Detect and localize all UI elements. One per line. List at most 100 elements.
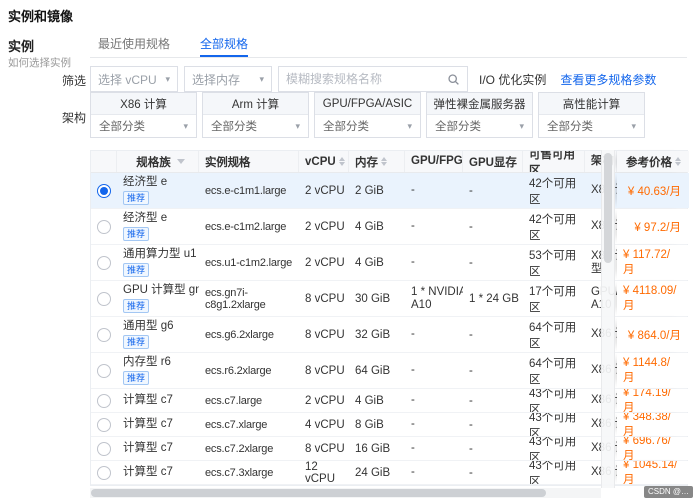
row-radio[interactable] bbox=[97, 442, 111, 456]
gpu-value: 1 * NVIDIA A10 bbox=[405, 281, 463, 316]
chevron-down-icon: ▾ bbox=[259, 74, 264, 85]
header-label: 实例规格 bbox=[205, 154, 250, 170]
gpu-memory-value: - bbox=[463, 209, 523, 244]
radio-cell bbox=[91, 353, 117, 388]
search-input[interactable] bbox=[286, 72, 447, 86]
price-value: ¥ 117.72/月 bbox=[617, 245, 689, 280]
table-row[interactable]: GPU 计算型 gn7i推荐ecs.gn7i-c8g1.2xlarge8 vCP… bbox=[91, 281, 687, 317]
arch-card-category-select[interactable]: 全部分类▾ bbox=[539, 115, 644, 137]
arch-card-category-select[interactable]: 全部分类▾ bbox=[315, 115, 420, 137]
family-name: 计算型 c7 bbox=[123, 394, 173, 407]
zones-value: 53个可用区 bbox=[523, 245, 585, 280]
section-sublabel-link[interactable]: 如何选择实例 bbox=[8, 55, 71, 70]
radio-cell bbox=[91, 437, 117, 460]
filter-label: 筛选 bbox=[62, 72, 86, 89]
zones-value: 43个可用区 bbox=[523, 413, 585, 436]
radio-cell bbox=[91, 173, 117, 208]
zones-value: 42个可用区 bbox=[523, 209, 585, 244]
memory-value: 24 GiB bbox=[349, 461, 405, 484]
row-radio[interactable] bbox=[97, 256, 111, 270]
horizontal-scrollbar[interactable] bbox=[90, 488, 601, 498]
filter-icon[interactable] bbox=[177, 159, 185, 164]
arch-card-category-value: 全部分类 bbox=[99, 118, 145, 134]
header-price: 参考价格 bbox=[617, 151, 689, 172]
row-radio[interactable] bbox=[97, 184, 111, 198]
instance-spec: ecs.c7.2xlarge bbox=[199, 437, 299, 460]
arch-card-title[interactable]: Arm 计算 bbox=[203, 93, 308, 115]
zones-value: 43个可用区 bbox=[523, 389, 585, 412]
gpu-value: - bbox=[405, 389, 463, 412]
page-title: 实例和镜像 bbox=[8, 6, 73, 25]
search-icon[interactable] bbox=[447, 73, 460, 86]
family-cell: 经济型 e推荐 bbox=[117, 173, 199, 208]
filter-row: 选择 vCPU ▾ 选择内存 ▾ I/O 优化实例 查看更多规格参数 bbox=[90, 66, 656, 92]
vertical-scrollbar[interactable] bbox=[601, 150, 615, 488]
watermark-badge: CSDN @… bbox=[644, 486, 693, 498]
gpu-value: - bbox=[405, 245, 463, 280]
table-row[interactable]: 经济型 e推荐ecs.e-c1m1.large2 vCPU2 GiB--42个可… bbox=[91, 173, 687, 209]
family-name: 计算型 c7 bbox=[123, 442, 173, 455]
memory-value: 2 GiB bbox=[349, 173, 405, 208]
header-label: GPU/FPGA bbox=[411, 155, 463, 168]
tab-all-specs[interactable]: 全部规格 bbox=[200, 33, 248, 57]
arch-card-category-select[interactable]: 全部分类▾ bbox=[427, 115, 532, 137]
row-radio[interactable] bbox=[97, 418, 111, 432]
arch-card-category-select[interactable]: 全部分类▾ bbox=[203, 115, 308, 137]
table-row[interactable]: 通用型 g6推荐ecs.g6.2xlarge8 vCPU32 GiB--64个可… bbox=[91, 317, 687, 353]
chevron-down-icon: ▾ bbox=[165, 74, 170, 85]
arch-card-title[interactable]: X86 计算 bbox=[91, 93, 196, 115]
family-cell: 计算型 c7 bbox=[117, 437, 199, 460]
arch-card-1[interactable]: X86 计算全部分类▾ bbox=[90, 92, 197, 138]
table-row[interactable]: 计算型 c7ecs.c7.2xlarge8 vCPU16 GiB--43个可用区… bbox=[91, 437, 687, 461]
memory-value: 64 GiB bbox=[349, 353, 405, 388]
arch-card-title[interactable]: 弹性裸金属服务器 bbox=[427, 93, 532, 115]
row-radio[interactable] bbox=[97, 394, 111, 408]
arch-card-3[interactable]: GPU/FPGA/ASIC全部分类▾ bbox=[314, 92, 421, 138]
instance-selection-screen: 实例和镜像 实例 如何选择实例 最近使用规格全部规格 筛选 选择 vCPU ▾ … bbox=[0, 0, 695, 500]
spec-table: 规格族 实例规格 vCPU 内存 GPU/FPGA GPU显存 可售可用区 bbox=[90, 150, 688, 486]
arch-card-category-select[interactable]: 全部分类▾ bbox=[91, 115, 196, 137]
arch-card-5[interactable]: 高性能计算全部分类▾ bbox=[538, 92, 645, 138]
recommend-badge: 推荐 bbox=[123, 191, 149, 205]
scrollbar-thumb[interactable] bbox=[604, 153, 612, 263]
header-memory: 内存 bbox=[349, 151, 405, 172]
recommend-badge: 推荐 bbox=[123, 263, 149, 277]
vcpu-select-value: 选择 vCPU bbox=[98, 71, 157, 88]
arch-card-2[interactable]: Arm 计算全部分类▾ bbox=[202, 92, 309, 138]
tabs: 最近使用规格 全部规格 bbox=[90, 33, 687, 58]
table-row[interactable]: 计算型 c7ecs.c7.large2 vCPU4 GiB--43个可用区X86… bbox=[91, 389, 687, 413]
price-value: ¥ 1144.8/月 bbox=[617, 353, 689, 388]
table-row[interactable]: 通用算力型 u1推荐ecs.u1-c1m2.large2 vCPU4 GiB--… bbox=[91, 245, 687, 281]
row-radio[interactable] bbox=[97, 364, 111, 378]
row-radio[interactable] bbox=[97, 328, 111, 342]
vcpu-select[interactable]: 选择 vCPU ▾ bbox=[90, 66, 178, 92]
memory-value: 4 GiB bbox=[349, 209, 405, 244]
search-box[interactable] bbox=[278, 66, 468, 92]
table-row[interactable]: 计算型 c7ecs.c7.xlarge4 vCPU8 GiB--43个可用区X8… bbox=[91, 413, 687, 437]
table-row[interactable]: 经济型 e推荐ecs.e-c1m2.large2 vCPU4 GiB--42个可… bbox=[91, 209, 687, 245]
chevron-down-icon: ▾ bbox=[519, 121, 524, 132]
price-value: ¥ 348.38/月 bbox=[617, 413, 689, 436]
price-value: ¥ 1045.14/月 bbox=[617, 461, 689, 484]
memory-select[interactable]: 选择内存 ▾ bbox=[184, 66, 272, 92]
sort-icon[interactable] bbox=[339, 157, 345, 166]
gpu-value: - bbox=[405, 209, 463, 244]
arch-card-4[interactable]: 弹性裸金属服务器全部分类▾ bbox=[426, 92, 533, 138]
arch-card-title[interactable]: GPU/FPGA/ASIC bbox=[315, 93, 420, 115]
scrollbar-thumb[interactable] bbox=[91, 489, 546, 497]
row-radio[interactable] bbox=[97, 220, 111, 234]
table-row[interactable]: 内存型 r6推荐ecs.r6.2xlarge8 vCPU64 GiB--64个可… bbox=[91, 353, 687, 389]
family-cell: 通用算力型 u1推荐 bbox=[117, 245, 199, 280]
sort-icon[interactable] bbox=[675, 157, 681, 166]
row-radio[interactable] bbox=[97, 292, 111, 306]
tab-recent-specs[interactable]: 最近使用规格 bbox=[98, 33, 170, 57]
row-radio[interactable] bbox=[97, 466, 111, 480]
memory-value: 8 GiB bbox=[349, 413, 405, 436]
sort-icon[interactable] bbox=[381, 157, 387, 166]
header-label: 内存 bbox=[355, 154, 378, 170]
more-spec-params-link[interactable]: 查看更多规格参数 bbox=[560, 71, 656, 88]
recommend-badge: 推荐 bbox=[123, 371, 149, 385]
memory-value: 30 GiB bbox=[349, 281, 405, 316]
table-row[interactable]: 计算型 c7ecs.c7.3xlarge12 vCPU24 GiB--43个可用… bbox=[91, 461, 687, 485]
arch-card-title[interactable]: 高性能计算 bbox=[539, 93, 644, 115]
